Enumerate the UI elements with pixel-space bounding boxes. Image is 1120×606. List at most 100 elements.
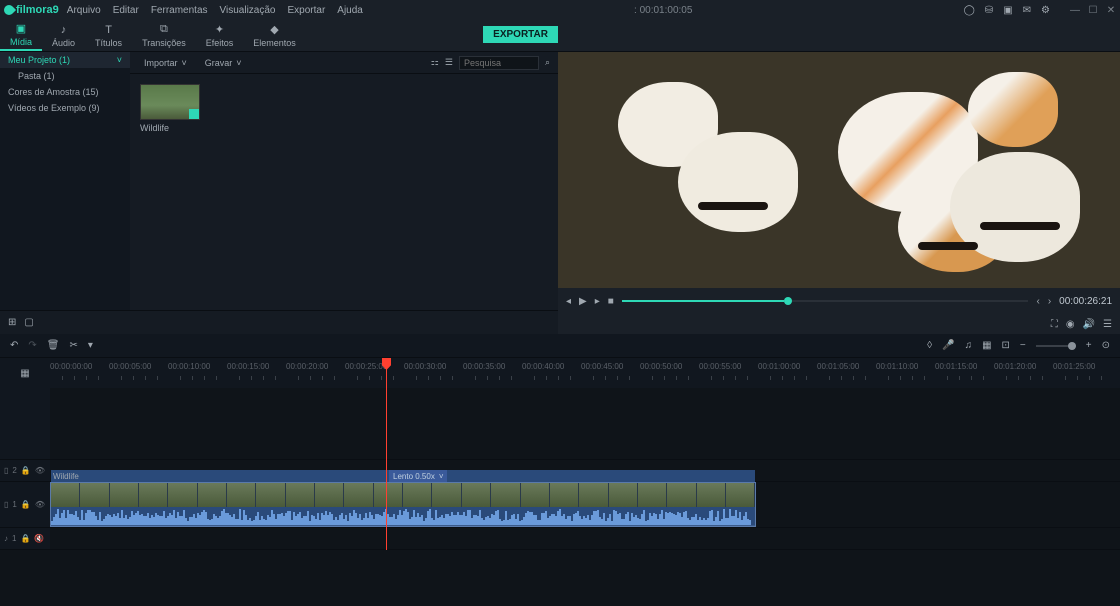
filter-icon[interactable]: ⚏ <box>431 57 439 68</box>
sidebar-label: Meu Projeto (1) <box>8 55 70 65</box>
track-manager-icon[interactable]: ▦ <box>0 358 50 388</box>
fullscreen-icon[interactable]: ⛶ <box>1051 319 1058 330</box>
menu-file[interactable]: Arquivo <box>67 5 101 16</box>
sort-icon[interactable]: ☰ <box>445 57 453 68</box>
messages-icon[interactable]: ✉ <box>1023 5 1031 16</box>
media-panel: Meu Projeto (1) ˅ Pasta (1) Cores de Amo… <box>0 52 558 334</box>
menu-help[interactable]: Ajuda <box>337 5 363 16</box>
undo-button[interactable]: ↶ <box>10 340 18 351</box>
lock-icon[interactable]: 🔒 <box>21 466 31 475</box>
delete-button[interactable]: 🗑 <box>47 340 60 351</box>
preview-viewport[interactable] <box>558 52 1120 288</box>
crop-icon[interactable]: ⊡ <box>1002 340 1010 351</box>
record-label: Gravar <box>205 58 233 68</box>
mixer-icon[interactable]: ♫ <box>965 340 973 351</box>
prev-marker-button[interactable]: ‹ <box>1036 296 1039 307</box>
sidebar-item-folder[interactable]: Pasta (1) <box>0 68 130 84</box>
timeline-clip[interactable]: Wildlife Lento 0.50x ˅ <box>50 482 756 527</box>
menu-tools[interactable]: Ferramentas <box>151 5 208 16</box>
media-name: Wildlife <box>140 123 200 133</box>
settings-icon[interactable]: ⚙ <box>1041 5 1050 16</box>
project-timestamp: : 00:01:00:05 <box>363 5 964 16</box>
prev-frame-button[interactable]: ◂ <box>566 296 571 307</box>
chevron-down-icon[interactable]: ˅ <box>439 472 444 481</box>
search-input[interactable] <box>459 56 539 70</box>
ruler-tick: 00:00:25:00 <box>345 362 387 371</box>
marker-icon[interactable]: ◊ <box>927 340 932 351</box>
menu-view[interactable]: Visualização <box>220 5 276 16</box>
tab-elements[interactable]: ◆ Elementos <box>243 21 306 50</box>
track-body[interactable]: Wildlife Lento 0.50x ˅ <box>50 482 1120 527</box>
edit-dropdown[interactable]: ▾ <box>88 340 93 351</box>
lock-icon[interactable]: 🔒 <box>20 534 30 543</box>
lock-icon[interactable]: 🔒 <box>21 500 31 509</box>
tab-label: Elementos <box>253 38 296 48</box>
menu-export[interactable]: Exportar <box>287 5 325 16</box>
ruler-tick: 00:00:55:00 <box>699 362 741 371</box>
track-body[interactable] <box>50 528 1120 549</box>
track-empty <box>0 388 1120 460</box>
progress-handle[interactable] <box>784 297 792 305</box>
media-item[interactable]: Wildlife <box>140 84 200 133</box>
folder-icon: ▣ <box>16 22 26 35</box>
preview-panel: ◂ ▶ ▸ ■ ‹ › 00:00:26:21 ⛶ ◉ 🔊 ☰ <box>558 52 1120 334</box>
record-dropdown[interactable]: Gravar ˅ <box>199 56 248 70</box>
tab-effects[interactable]: ✦ Efeitos <box>196 21 244 50</box>
ruler-tick: 00:01:15:00 <box>935 362 977 371</box>
tab-audio[interactable]: ♪ Áudio <box>42 22 85 50</box>
zoom-in-button[interactable]: + <box>1086 340 1092 351</box>
notification-icon[interactable]: ▣ <box>1003 5 1012 16</box>
visibility-icon[interactable]: 👁 <box>35 466 45 475</box>
new-folder-icon[interactable]: ⊞ <box>8 317 16 328</box>
visibility-icon[interactable]: 👁 <box>35 500 45 509</box>
track-audio-1: ♪ 1 🔒 🔇 <box>0 528 1120 550</box>
tab-label: Títulos <box>95 38 122 48</box>
ruler-tick: 00:00:45:00 <box>581 362 623 371</box>
ruler-tick: 00:00:35:00 <box>463 362 505 371</box>
account-icon[interactable]: ◯ <box>964 5 975 16</box>
media-sidebar: Meu Projeto (1) ˅ Pasta (1) Cores de Amo… <box>0 52 130 310</box>
video-track-icon: ▯ <box>4 466 8 475</box>
split-button[interactable]: ✂ <box>69 340 77 351</box>
snapshot-icon[interactable]: ◉ <box>1066 319 1075 330</box>
zoom-fit-button[interactable]: ⊙ <box>1102 340 1110 351</box>
minimize-button[interactable]: — <box>1070 5 1080 15</box>
folder-icon[interactable]: ▢ <box>24 317 33 328</box>
search-icon[interactable]: ⌕ <box>545 57 550 68</box>
sidebar-item-project[interactable]: Meu Projeto (1) ˅ <box>0 52 130 68</box>
preview-progress[interactable] <box>622 300 1029 302</box>
stop-button[interactable]: ■ <box>608 296 614 307</box>
next-frame-button[interactable]: ▸ <box>595 296 600 307</box>
menu-edit[interactable]: Editar <box>113 5 139 16</box>
sidebar-item-samples[interactable]: Vídeos de Exemplo (9) <box>0 100 130 116</box>
timeline-ruler[interactable]: 00:00:00:0000:00:05:0000:00:10:0000:00:1… <box>50 358 1120 388</box>
preview-footer: ⛶ ◉ 🔊 ☰ <box>558 314 1120 334</box>
import-dropdown[interactable]: Importar ˅ <box>138 56 193 70</box>
zoom-out-button[interactable]: − <box>1020 340 1026 351</box>
volume-icon[interactable]: 🔊 <box>1083 319 1095 330</box>
close-button[interactable]: ✕ <box>1106 5 1116 15</box>
settings-icon[interactable]: ☰ <box>1103 319 1112 330</box>
track-number: 1 <box>12 500 16 509</box>
ruler-tick: 00:01:00:00 <box>758 362 800 371</box>
zoom-handle[interactable] <box>1068 342 1076 350</box>
render-icon[interactable]: ▦ <box>982 340 991 351</box>
next-marker-button[interactable]: › <box>1048 296 1051 307</box>
cart-icon[interactable]: ⛁ <box>985 5 993 16</box>
chevron-down-icon: ˅ <box>236 58 241 68</box>
sidebar-item-colors[interactable]: Cores de Amostra (15) <box>0 84 130 100</box>
export-button[interactable]: EXPORTAR <box>483 26 558 43</box>
redo-button[interactable]: ↷ <box>28 340 36 351</box>
mute-icon[interactable]: 🔇 <box>34 534 44 543</box>
timeline-toolbar: ↶ ↷ 🗑 ✂ ▾ ◊ 🎤 ♫ ▦ ⊡ − + ⊙ <box>0 334 1120 358</box>
zoom-slider[interactable] <box>1036 345 1076 347</box>
maximize-button[interactable]: ☐ <box>1088 5 1098 15</box>
play-button[interactable]: ▶ <box>579 296 587 307</box>
tab-titles[interactable]: T Títulos <box>85 22 132 50</box>
voiceover-icon[interactable]: 🎤 <box>942 340 954 351</box>
tab-transitions[interactable]: ⧉ Transições <box>132 21 196 50</box>
ruler-tick: 00:00:10:00 <box>168 362 210 371</box>
tab-media[interactable]: ▣ Mídia <box>0 20 42 51</box>
logo-icon <box>2 3 16 17</box>
playhead[interactable] <box>386 358 387 550</box>
